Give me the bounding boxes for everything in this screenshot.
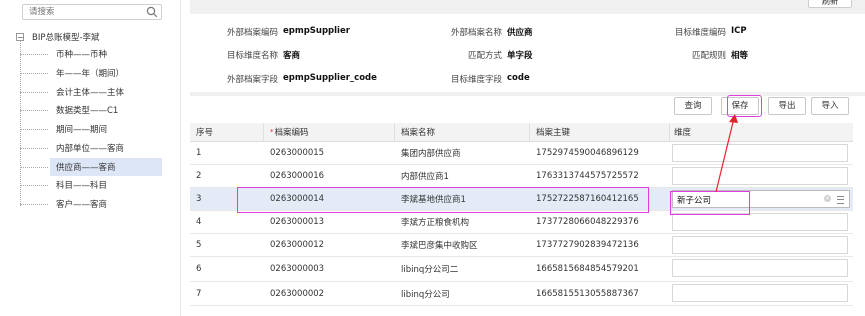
field-value: epmpSupplier_code (283, 73, 377, 83)
field-value: ICP (731, 26, 747, 36)
col-header-name[interactable]: 档案名称 (395, 123, 530, 141)
refresh-button[interactable]: 刷新 (808, 0, 852, 8)
field-label: 外部档案字段 (226, 75, 278, 85)
search-box[interactable] (22, 4, 162, 20)
dimension-input[interactable] (672, 144, 848, 162)
tree-item-period[interactable]: 期间——期间 (20, 120, 162, 138)
table-row[interactable]: 5 0263000012 李斌巴彦集中收购区 17377279028394721… (190, 234, 853, 257)
export-button[interactable]: 导出 (768, 97, 806, 115)
tree-item-entity[interactable]: 会计主体——主体 (20, 83, 162, 101)
list-icon[interactable] (837, 196, 844, 204)
field-label: 目标维度编码 (674, 28, 726, 38)
field-label: 匹配规则 (691, 51, 726, 61)
tree-item-internal-unit[interactable]: 内部单位——客商 (20, 139, 162, 157)
section-divider (190, 92, 865, 96)
col-header-code[interactable]: * 档案编码 (264, 123, 395, 141)
tree-root[interactable]: − BIP总账模型-李斌 (16, 31, 100, 43)
dimension-input[interactable] (672, 213, 848, 231)
field-value: epmpSupplier (283, 26, 350, 36)
field-value: 客商 (283, 51, 301, 61)
field-label: 目标维度名称 (226, 51, 278, 61)
clear-icon[interactable]: × (824, 195, 831, 202)
field-label: 外部档案编码 (226, 28, 278, 38)
table-row[interactable]: 1 0263000015 集团内部供应商 1752974590046896129 (190, 142, 853, 165)
field-value: 单字段 (507, 51, 533, 61)
field-value: 供应商 (507, 28, 533, 38)
field-label: 匹配方式 (467, 51, 502, 61)
search-input[interactable] (23, 5, 147, 19)
field-value: code (507, 73, 530, 83)
table-row[interactable]: 4 0263000013 李斌方正粮食机构 173772806604822937… (190, 211, 853, 234)
col-header-no[interactable]: 序号 (190, 123, 264, 141)
tree-root-label: BIP总账模型-李斌 (32, 33, 100, 43)
field-label: 目标维度字段 (450, 75, 502, 85)
annotation-arrow (715, 114, 738, 193)
tree-item-datatype[interactable]: 数据类型——C1 (20, 101, 162, 119)
tree-item-account[interactable]: 科目——科目 (20, 176, 162, 194)
tree-item-supplier[interactable]: 供应商——客商 (20, 158, 162, 176)
table-header: 序号 * 档案编码 档案名称 档案主键 维度 (190, 123, 853, 142)
tree-item-year[interactable]: 年——年（期间） (20, 64, 162, 82)
col-header-key[interactable]: 档案主键 (530, 123, 670, 141)
tree-item-currency[interactable]: 币种——币种 (20, 45, 162, 63)
col-header-dimension[interactable]: 维度 (670, 123, 853, 141)
table-row[interactable]: 7 0263000002 libinq分公司 16658155130558873… (190, 282, 853, 306)
tree-item-customer[interactable]: 客户——客商 (20, 195, 162, 213)
table-row[interactable]: 6 0263000003 libinq分公司二 1665815684854579… (190, 257, 853, 282)
table-row[interactable]: 2 0263000016 内部供应商1 1763313744575725572 (190, 165, 853, 188)
search-icon[interactable] (146, 6, 158, 18)
dimension-input[interactable] (672, 284, 848, 302)
row-highlight-box (237, 187, 649, 213)
dimension-input[interactable] (672, 236, 848, 254)
required-mark: * (270, 128, 274, 136)
tree-panel: − BIP总账模型-李斌 币种——币种 年——年（期间） 会计主体——主体 数据… (0, 0, 181, 316)
import-button[interactable]: 导入 (811, 97, 849, 115)
dimension-input[interactable] (672, 259, 848, 277)
field-value: 相等 (731, 51, 749, 61)
header-strip (190, 0, 865, 14)
field-label: 外部档案名称 (450, 28, 502, 38)
dimension-input[interactable] (672, 167, 848, 185)
